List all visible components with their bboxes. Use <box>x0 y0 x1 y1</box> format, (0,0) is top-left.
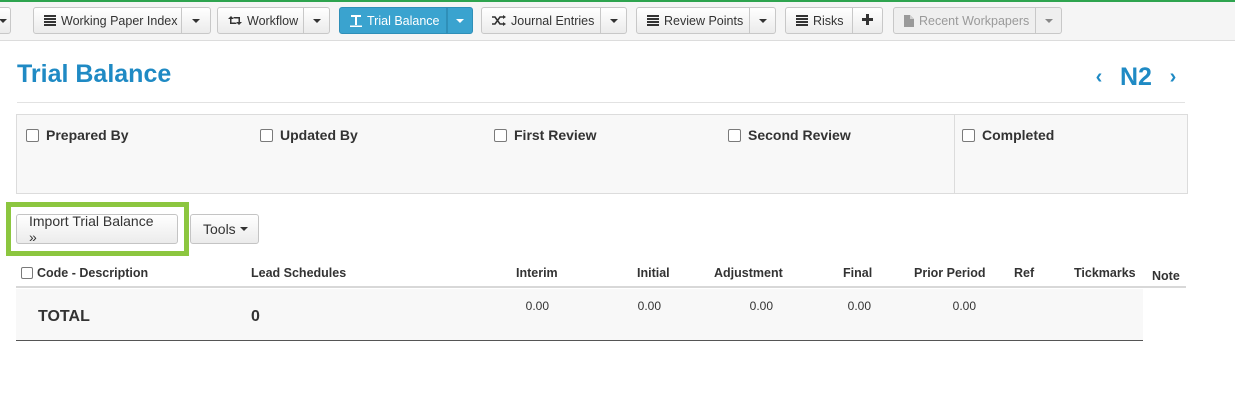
recent-workpapers-dropdown[interactable] <box>1036 7 1062 34</box>
total-final: 0.00 <box>847 299 871 313</box>
leading-dropdown-group <box>0 7 11 34</box>
recent-workpapers-label: Recent Workpapers <box>919 13 1030 28</box>
retweet-icon <box>228 15 242 26</box>
recent-workpapers-button[interactable]: Recent Workpapers <box>893 7 1036 34</box>
signoff-label: Completed <box>982 127 1055 143</box>
list-icon <box>796 15 808 26</box>
column-ref[interactable]: Ref <box>1014 266 1034 280</box>
total-lead-schedules: 0 <box>251 308 260 325</box>
review-points-button[interactable]: Review Points <box>636 7 750 34</box>
signoff-updated-by[interactable]: Updated By <box>260 127 358 143</box>
random-icon <box>492 15 506 26</box>
column-note[interactable]: Note <box>1152 269 1180 283</box>
checkbox[interactable] <box>494 128 507 142</box>
checkbox[interactable] <box>728 128 741 142</box>
add-risk-button[interactable] <box>853 7 883 34</box>
workflow-label: Workflow <box>247 13 299 28</box>
recent-workpapers-group: Recent Workpapers <box>893 7 1062 34</box>
column-prior-period[interactable]: Prior Period <box>914 266 986 280</box>
header-divider <box>16 286 1186 288</box>
total-initial: 0.00 <box>637 299 661 313</box>
caret-down-icon <box>758 18 767 23</box>
column-lead-schedules[interactable]: Lead Schedules <box>251 266 346 280</box>
review-points-dropdown[interactable] <box>750 7 776 34</box>
risks-group: Risks <box>785 7 883 34</box>
caret-down-icon <box>312 18 321 23</box>
total-adjustment: 0.00 <box>749 299 773 313</box>
section-code: N2 <box>1120 62 1152 91</box>
text-height-icon <box>350 14 362 27</box>
signoff-second-review[interactable]: Second Review <box>728 127 851 143</box>
signoff-prepared-by[interactable]: Prepared By <box>26 127 128 143</box>
list-icon <box>647 15 659 26</box>
caret-down-icon <box>1044 18 1053 23</box>
section-navigator: ‹ N2 › <box>1090 60 1182 94</box>
working-paper-index-group: Working Paper Index <box>33 7 211 34</box>
workflow-button[interactable]: Workflow <box>217 7 304 34</box>
caret-down-icon <box>192 18 200 23</box>
journal-entries-group: Journal Entries <box>481 7 627 34</box>
trial-balance-group: Trial Balance <box>339 7 473 34</box>
journal-entries-dropdown[interactable] <box>601 7 627 34</box>
plus-icon <box>862 13 873 28</box>
toolbar: Working Paper Index Workflow Trial Balan… <box>0 2 1235 41</box>
trial-balance-label: Trial Balance <box>367 13 440 28</box>
checkbox[interactable] <box>260 128 273 142</box>
working-paper-index-label: Working Paper Index <box>61 13 178 28</box>
signoff-label: First Review <box>514 127 597 143</box>
signoff-divider <box>954 115 955 193</box>
tools-label: Tools <box>203 221 236 237</box>
signoff-completed[interactable]: Completed <box>962 127 1054 143</box>
signoff-label: Second Review <box>748 127 851 143</box>
chevron-right-icon[interactable]: › <box>1164 66 1182 89</box>
caret-down-icon <box>239 227 248 231</box>
column-adjustment[interactable]: Adjustment <box>714 266 783 280</box>
journal-entries-button[interactable]: Journal Entries <box>481 7 601 34</box>
caret-down-icon <box>456 18 464 23</box>
tools-button[interactable]: Tools <box>190 214 259 244</box>
total-interim: 0.00 <box>525 299 549 313</box>
total-prior-period: 0.00 <box>952 299 976 313</box>
working-paper-index-dropdown[interactable] <box>182 7 211 34</box>
caret-down-icon <box>609 18 618 23</box>
chevron-left-icon[interactable]: ‹ <box>1090 66 1108 89</box>
review-points-group: Review Points <box>636 7 776 34</box>
page-title: Trial Balance <box>17 60 172 88</box>
trial-balance-button[interactable]: Trial Balance <box>339 7 447 34</box>
import-trial-balance-button[interactable]: Import Trial Balance » <box>16 213 178 245</box>
leading-dropdown-caret[interactable] <box>0 7 11 34</box>
workflow-dropdown[interactable] <box>304 7 330 34</box>
column-final[interactable]: Final <box>843 266 872 280</box>
signoff-label: Prepared By <box>46 127 129 143</box>
table-header: Code - Description Lead Schedules Interi… <box>0 262 1235 284</box>
trial-balance-dropdown[interactable] <box>447 7 473 34</box>
column-code-description[interactable]: Code - Description <box>37 266 148 280</box>
risks-label: Risks <box>813 13 844 28</box>
total-row: TOTAL 0 0.00 0.00 0.00 0.00 0.00 <box>16 289 1143 341</box>
workflow-group: Workflow <box>217 7 330 34</box>
column-interim[interactable]: Interim <box>516 266 558 280</box>
checkbox[interactable] <box>26 128 39 142</box>
review-points-label: Review Points <box>664 13 744 28</box>
signoff-panel: Prepared By Updated By First Review Seco… <box>16 114 1188 194</box>
journal-entries-label: Journal Entries <box>511 13 595 28</box>
caret-down-icon <box>0 18 7 23</box>
total-label: TOTAL <box>38 308 90 325</box>
column-initial[interactable]: Initial <box>637 266 670 280</box>
file-icon <box>904 14 914 27</box>
column-tickmarks[interactable]: Tickmarks <box>1074 266 1136 280</box>
risks-button[interactable]: Risks <box>785 7 853 34</box>
signoff-first-review[interactable]: First Review <box>494 127 596 143</box>
signoff-label: Updated By <box>280 127 358 143</box>
select-all-column: Code - Description <box>21 266 148 280</box>
checkbox[interactable] <box>962 128 975 142</box>
title-divider <box>17 102 1185 103</box>
select-all-checkbox[interactable] <box>21 267 33 279</box>
list-icon <box>44 15 56 26</box>
working-paper-index-button[interactable]: Working Paper Index <box>33 7 182 34</box>
